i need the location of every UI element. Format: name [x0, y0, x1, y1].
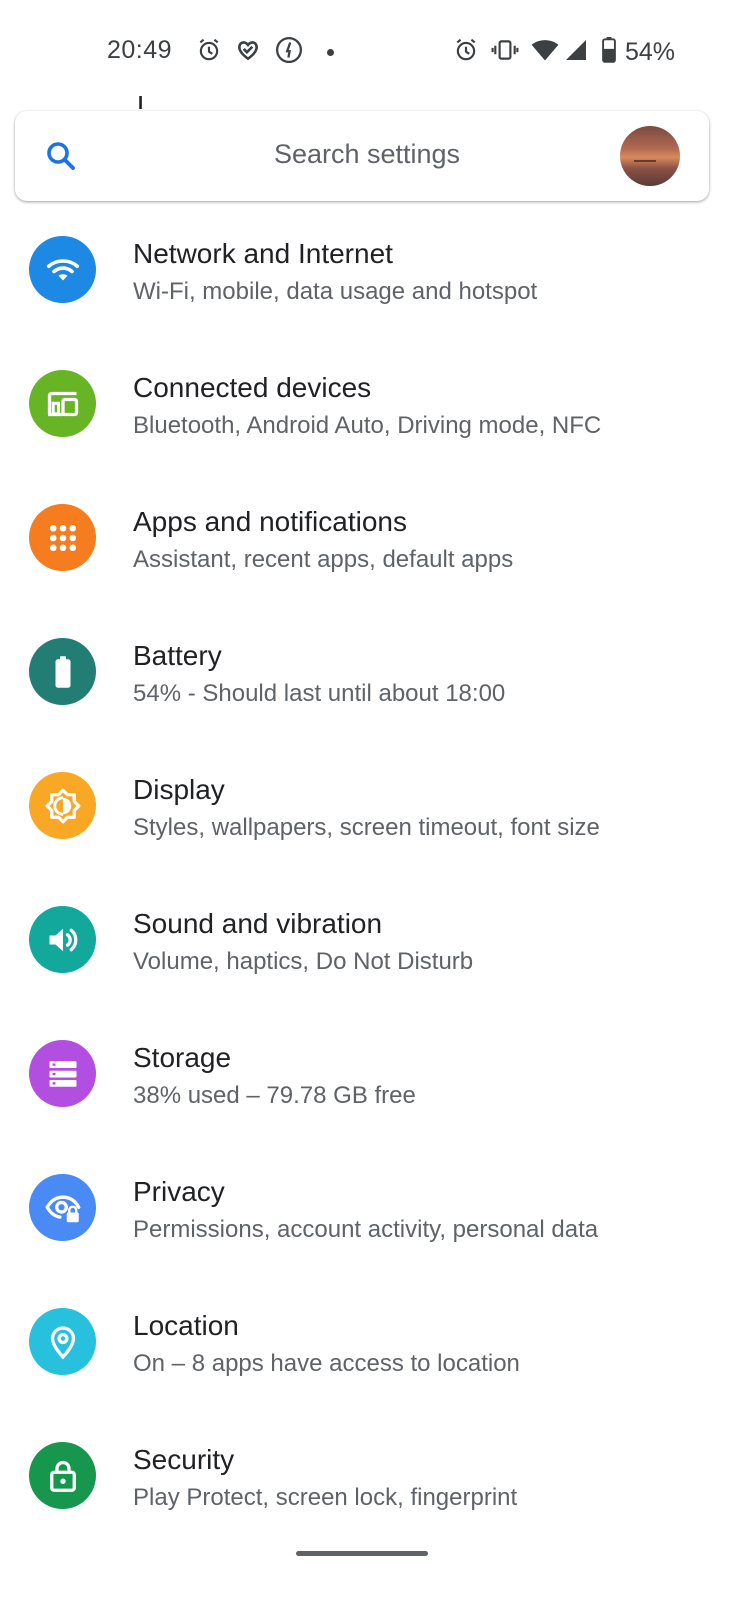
item-title: Display	[133, 774, 225, 805]
settings-item-privacy[interactable]: Privacy Permissions, account activity, p…	[0, 1139, 738, 1273]
status-right-icons: 54%	[453, 36, 675, 68]
status-time: 20:49	[107, 36, 173, 64]
item-title: Apps and notifications	[133, 506, 407, 537]
settings-item-connected-devices[interactable]: Connected devices Bluetooth, Android Aut…	[0, 335, 738, 469]
item-title: Battery	[133, 640, 222, 671]
status-left-icons	[196, 36, 334, 68]
search-icon[interactable]	[43, 138, 79, 174]
timer-app-icon	[274, 35, 304, 70]
settings-item-display[interactable]: Display Styles, wallpapers, screen timeo…	[0, 737, 738, 871]
item-summary: Play Protect, screen lock, fingerprint	[133, 1484, 518, 1511]
apps-grid-icon	[29, 504, 96, 571]
location-pin-icon	[29, 1308, 96, 1375]
heart-check-icon	[235, 37, 261, 68]
storage-icon	[29, 1040, 96, 1107]
search-input[interactable]: Search settings	[145, 139, 589, 170]
item-title: Location	[133, 1310, 239, 1341]
vibrate-icon	[491, 37, 519, 68]
item-summary: 38% used – 79.78 GB free	[133, 1082, 416, 1109]
gesture-nav-handle[interactable]	[296, 1551, 428, 1556]
item-title: Network and Internet	[133, 238, 393, 269]
battery-percent: 54%	[625, 37, 676, 66]
volume-icon	[29, 906, 96, 973]
item-summary: Bluetooth, Android Auto, Driving mode, N…	[133, 412, 602, 439]
settings-item-security[interactable]: Security Play Protect, screen lock, fing…	[0, 1407, 738, 1541]
notification-dot-icon	[327, 48, 334, 56]
wifi-icon	[29, 236, 96, 303]
alarm-icon	[453, 37, 479, 68]
devices-icon	[29, 370, 96, 437]
settings-item-storage[interactable]: Storage 38% used – 79.78 GB free	[0, 1005, 738, 1139]
item-title: Sound and vibration	[133, 908, 383, 939]
alarm-icon	[196, 37, 222, 68]
search-bar[interactable]: Search settings	[15, 111, 709, 201]
lock-icon	[29, 1442, 96, 1509]
cell-signal-icon	[563, 38, 589, 67]
avatar[interactable]	[620, 126, 680, 186]
settings-item-location[interactable]: Location On – 8 apps have access to loca…	[0, 1273, 738, 1407]
item-title: Connected devices	[133, 372, 372, 403]
brightness-icon	[29, 772, 96, 839]
item-summary: Styles, wallpapers, screen timeout, font…	[133, 814, 600, 841]
item-summary: On – 8 apps have access to location	[133, 1350, 520, 1377]
item-summary: Permissions, account activity, personal …	[133, 1216, 599, 1243]
settings-item-sound[interactable]: Sound and vibration Volume, haptics, Do …	[0, 871, 738, 1005]
item-summary: 54% - Should last until about 18:00	[133, 680, 506, 707]
status-bar: 20:49 54%	[0, 0, 738, 100]
settings-item-apps[interactable]: Apps and notifications Assistant, recent…	[0, 469, 738, 603]
settings-list: Network and Internet Wi-Fi, mobile, data…	[0, 201, 738, 1541]
battery-icon	[29, 638, 96, 705]
battery-icon	[601, 36, 617, 68]
item-summary: Assistant, recent apps, default apps	[133, 546, 514, 573]
settings-item-battery[interactable]: Battery 54% - Should last until about 18…	[0, 603, 738, 737]
wifi-icon	[531, 38, 559, 67]
item-summary: Volume, haptics, Do Not Disturb	[133, 948, 474, 975]
item-summary: Wi-Fi, mobile, data usage and hotspot	[133, 278, 538, 305]
privacy-eye-lock-icon	[29, 1174, 96, 1241]
item-title: Storage	[133, 1042, 232, 1073]
settings-item-network[interactable]: Network and Internet Wi-Fi, mobile, data…	[0, 201, 738, 335]
item-title: Privacy	[133, 1176, 225, 1207]
item-title: Security	[133, 1444, 235, 1475]
